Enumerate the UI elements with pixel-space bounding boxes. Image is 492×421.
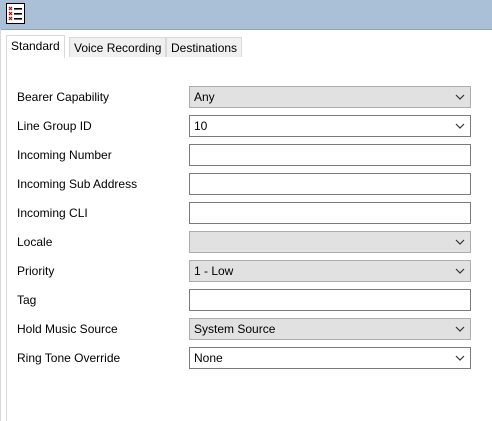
hold-music-source-select[interactable]: System Source bbox=[189, 318, 471, 340]
chevron-down-icon bbox=[455, 123, 465, 129]
ring-tone-override-combobox[interactable]: None bbox=[189, 347, 471, 369]
tab-strip: Standard Voice Recording Destinations bbox=[6, 35, 492, 58]
chevron-down-icon bbox=[455, 268, 465, 274]
locale-label: Locale bbox=[17, 235, 53, 249]
locale-select[interactable] bbox=[189, 231, 471, 253]
tab-standard[interactable]: Standard bbox=[6, 35, 65, 58]
ring-tone-override-value: None bbox=[194, 351, 223, 365]
incoming-cli-label: Incoming CLI bbox=[17, 206, 88, 220]
incoming-number-label: Incoming Number bbox=[17, 148, 112, 162]
tab-destinations[interactable]: Destinations bbox=[166, 37, 243, 57]
bearer-capability-select[interactable]: Any bbox=[189, 86, 471, 108]
hold-music-source-value: System Source bbox=[194, 322, 276, 336]
tag-input[interactable] bbox=[189, 289, 471, 311]
line-group-id-value: 10 bbox=[194, 119, 208, 133]
list-settings-icon[interactable] bbox=[6, 3, 25, 24]
bearer-capability-label: Bearer Capability bbox=[17, 90, 110, 104]
line-group-id-combobox[interactable]: 10 bbox=[189, 115, 471, 137]
window-left-border bbox=[0, 29, 1, 421]
incoming-cli-input[interactable] bbox=[189, 202, 471, 224]
tab-voice-recording[interactable]: Voice Recording bbox=[69, 37, 167, 57]
incoming-sub-address-label: Incoming Sub Address bbox=[17, 177, 138, 191]
incoming-number-input[interactable] bbox=[189, 144, 471, 166]
ring-tone-override-label: Ring Tone Override bbox=[17, 351, 121, 365]
chevron-down-icon bbox=[455, 326, 465, 332]
bearer-capability-value: Any bbox=[194, 90, 215, 104]
title-bar bbox=[0, 0, 492, 30]
line-group-id-label: Line Group ID bbox=[17, 119, 92, 133]
incoming-sub-address-input[interactable] bbox=[189, 173, 471, 195]
priority-value: 1 - Low bbox=[194, 264, 234, 278]
chevron-down-icon bbox=[455, 94, 465, 100]
priority-select[interactable]: 1 - Low bbox=[189, 260, 471, 282]
priority-label: Priority bbox=[17, 264, 55, 278]
hold-music-source-label: Hold Music Source bbox=[17, 322, 118, 336]
chevron-down-icon bbox=[455, 239, 465, 245]
chevron-down-icon bbox=[455, 355, 465, 361]
tag-label: Tag bbox=[17, 293, 37, 307]
